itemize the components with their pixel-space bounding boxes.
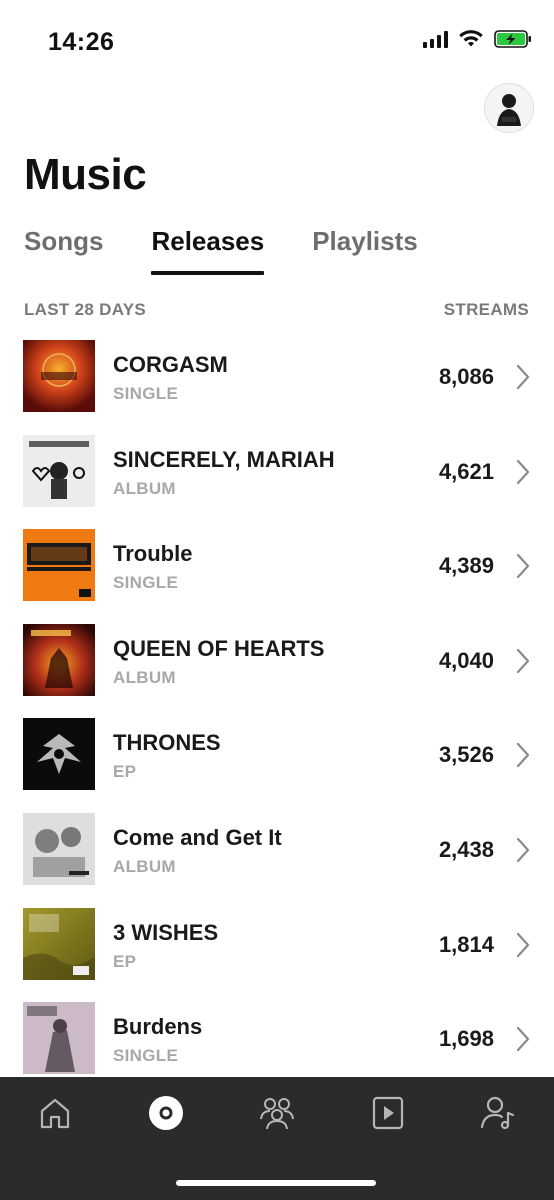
chevron-right-icon: [516, 364, 530, 390]
chevron-right-icon: [516, 648, 530, 673]
release-row[interactable]: QUEEN OF HEARTS ALBUM 4,040: [0, 614, 554, 709]
release-title: CORGASM: [113, 352, 228, 377]
release-cover-art: [23, 812, 95, 885]
tab-bar: Songs Releases Playlists: [24, 226, 418, 275]
release-title: Trouble: [113, 541, 193, 567]
release-type: EP: [113, 951, 137, 971]
chevron-right-icon: [516, 1027, 530, 1052]
page-title: Music: [24, 150, 147, 199]
release-row[interactable]: 3 WISHES EP 1,814: [0, 898, 554, 993]
nav-video[interactable]: [368, 1093, 408, 1133]
release-streams: 8,086: [438, 364, 494, 389]
release-type: EP: [113, 762, 137, 782]
release-streams: 1,814: [438, 931, 494, 957]
release-row[interactable]: CORGASM SINGLE 8,086: [0, 330, 554, 425]
battery-charging-icon: [494, 30, 531, 48]
audience-icon: [260, 1098, 294, 1130]
release-row[interactable]: Burdens SINGLE 1,698: [0, 992, 554, 1087]
release-title: THRONES: [113, 730, 221, 756]
release-streams: 2,438: [438, 836, 494, 862]
release-cover-art: [23, 340, 95, 412]
chevron-right-icon: [516, 743, 530, 768]
status-icons: [423, 30, 532, 48]
release-row[interactable]: THRONES EP 3,526: [0, 708, 554, 803]
period-label: LAST 28 DAYS: [24, 300, 147, 319]
release-type: ALBUM: [113, 856, 176, 876]
release-streams: 4,389: [438, 553, 494, 579]
video-icon: [372, 1096, 404, 1130]
tab-playlists[interactable]: Playlists: [312, 226, 418, 275]
music-disc-icon: [149, 1096, 183, 1130]
release-type: ALBUM: [113, 667, 176, 687]
release-row[interactable]: SINCERELY, MARIAH ALBUM 4,621: [0, 425, 554, 520]
release-title: QUEEN OF HEARTS: [113, 635, 325, 661]
release-row[interactable]: Trouble SINGLE 4,389: [0, 519, 554, 614]
nav-profile[interactable]: [478, 1093, 518, 1133]
chevron-right-icon: [516, 459, 530, 484]
release-type: ALBUM: [113, 478, 176, 498]
home-indicator: [176, 1180, 376, 1186]
release-streams: 4,040: [438, 647, 494, 673]
release-streams: 4,621: [438, 458, 494, 484]
release-title: Come and Get It: [113, 824, 282, 850]
release-type: SINGLE: [113, 384, 179, 403]
chevron-right-icon: [516, 932, 530, 957]
release-title: 3 WISHES: [113, 919, 219, 945]
chevron-right-icon: [516, 837, 530, 863]
profile-icon: [480, 1096, 515, 1130]
release-list: CORGASM SINGLE 8,086 SINCERELY, MARIAH A…: [0, 330, 554, 1087]
release-type: SINGLE: [113, 1046, 179, 1066]
release-title: SINCERELY, MARIAH: [113, 446, 335, 472]
chevron-right-icon: [516, 554, 530, 579]
release-title: Burdens: [113, 1014, 203, 1040]
release-cover-art: [23, 434, 95, 507]
streams-column-label: STREAMS: [443, 300, 529, 319]
home-icon: [40, 1098, 70, 1129]
wifi-icon: [459, 30, 483, 47]
status-bar: 14:26: [0, 0, 554, 86]
release-cover-art: [23, 623, 95, 696]
release-cover-art: [23, 718, 95, 791]
avatar-image: [485, 84, 533, 132]
release-row[interactable]: Come and Get It ALBUM 2,438: [0, 803, 554, 898]
release-cover-art: [23, 529, 95, 602]
status-time: 14:26: [48, 28, 115, 56]
release-cover-art: [23, 1002, 95, 1075]
nav-audience[interactable]: [257, 1093, 297, 1133]
tab-releases[interactable]: Releases: [151, 226, 264, 275]
tab-songs[interactable]: Songs: [24, 226, 103, 275]
release-streams: 3,526: [438, 742, 494, 768]
profile-avatar[interactable]: [484, 83, 534, 133]
list-header: LAST 28 DAYS STREAMS: [24, 300, 529, 320]
nav-music[interactable]: [146, 1093, 186, 1133]
release-cover-art: [23, 907, 95, 980]
cellular-signal-icon: [423, 30, 448, 48]
release-streams: 1,698: [438, 1026, 494, 1052]
release-type: SINGLE: [113, 573, 179, 593]
nav-home[interactable]: [35, 1093, 75, 1133]
